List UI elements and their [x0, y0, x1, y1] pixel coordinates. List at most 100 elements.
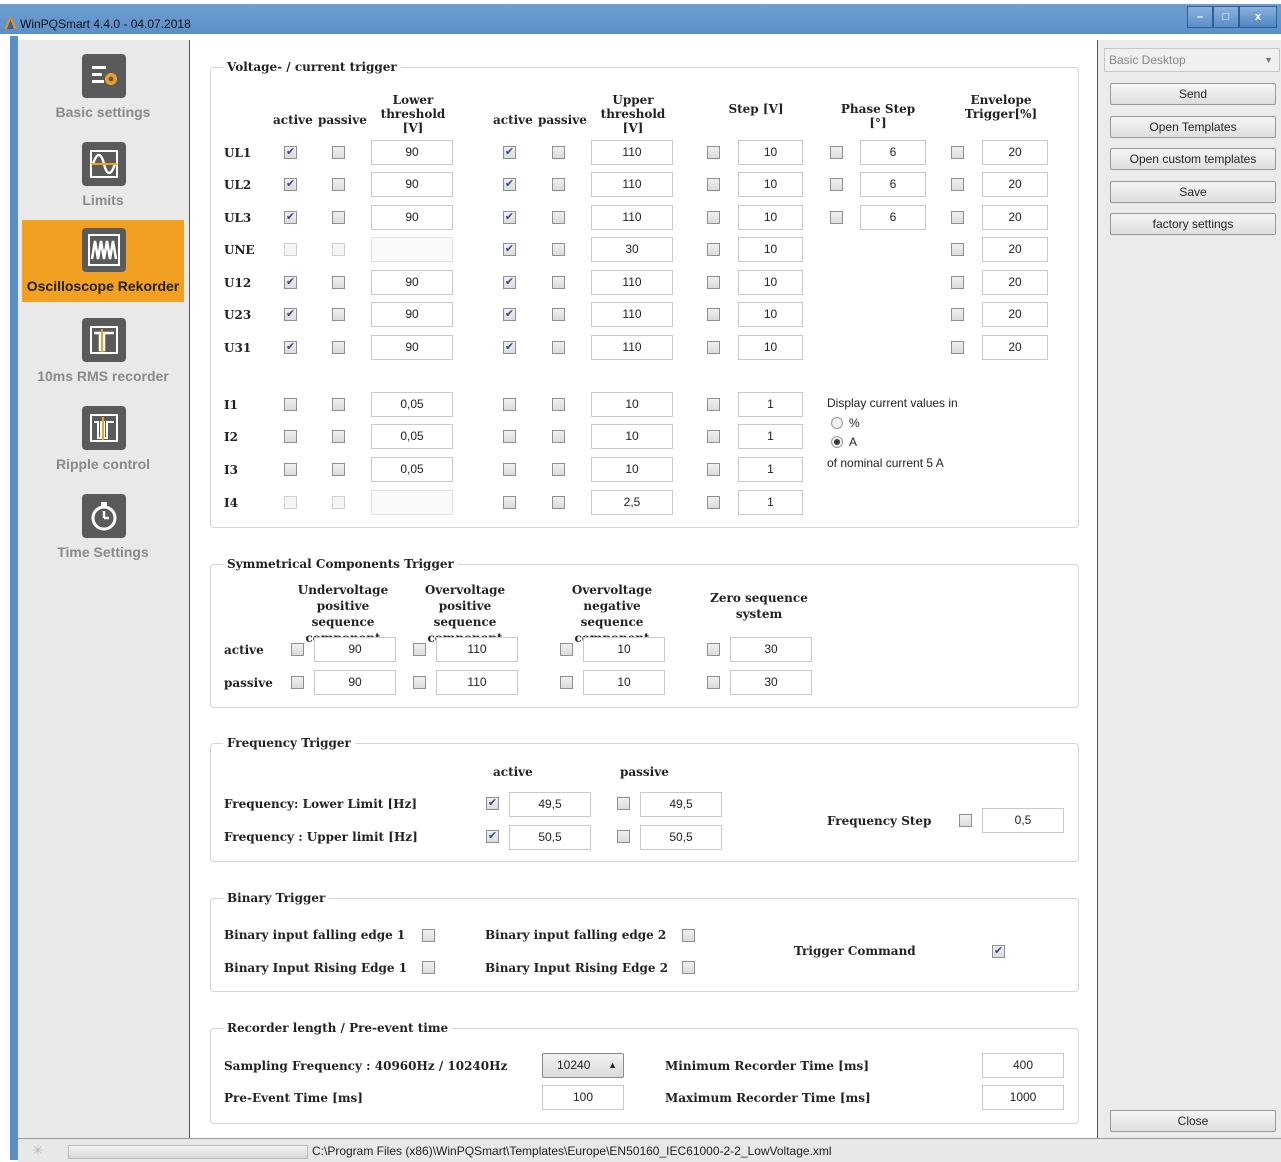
i1-lower-active-checkbox[interactable] [284, 398, 297, 411]
une-upper-active-checkbox[interactable]: ✔ [503, 243, 516, 256]
freq-lower-passive-checkbox[interactable] [617, 797, 630, 810]
ul1-phase-step-checkbox[interactable] [830, 146, 843, 159]
ul3-step-checkbox[interactable] [707, 211, 720, 224]
ul3-lower-active-checkbox[interactable]: ✔ [284, 211, 297, 224]
sym-passive-undervoltage-checkbox[interactable] [291, 676, 304, 689]
sym-active-zero-seq-checkbox[interactable] [707, 643, 720, 656]
binary-rising-edge-2-checkbox[interactable] [682, 961, 695, 974]
u31-envelope-input[interactable]: 20 [982, 335, 1048, 360]
i3-lower-active-checkbox[interactable] [284, 463, 297, 476]
u12-lower-active-checkbox[interactable]: ✔ [284, 276, 297, 289]
ul1-envelope-checkbox[interactable] [951, 146, 964, 159]
i2-upper-passive-checkbox[interactable] [552, 430, 565, 443]
freq-lower-active-input[interactable]: 49,5 [509, 792, 591, 817]
i4-upper-active-checkbox[interactable] [503, 496, 516, 509]
une-upper-threshold-input[interactable]: 30 [591, 237, 673, 262]
u12-step-input[interactable]: 10 [738, 270, 803, 295]
minimize-button[interactable]: – [1187, 6, 1213, 28]
une-upper-passive-checkbox[interactable] [552, 243, 565, 256]
u31-lower-threshold-input[interactable]: 90 [371, 335, 453, 360]
i1-upper-threshold-input[interactable]: 10 [591, 392, 673, 417]
i4-upper-passive-checkbox[interactable] [552, 496, 565, 509]
sym-passive-zero-seq-checkbox[interactable] [707, 676, 720, 689]
freq-lower-active-checkbox[interactable]: ✔ [486, 797, 499, 810]
sidebar-item-basic-settings[interactable]: Basic settings [22, 46, 184, 128]
ul1-lower-threshold-input[interactable]: 90 [371, 140, 453, 165]
u31-upper-active-checkbox[interactable]: ✔ [503, 341, 516, 354]
desktop-profile-select[interactable]: Basic Desktop ▼ [1104, 48, 1280, 72]
min-recorder-time-input[interactable]: 400 [982, 1053, 1064, 1078]
sidebar-item-oscilloscope-rekorder[interactable]: Oscilloscope Rekorder [22, 220, 184, 302]
ul2-lower-active-checkbox[interactable]: ✔ [284, 178, 297, 191]
u31-upper-threshold-input[interactable]: 110 [591, 335, 673, 360]
u31-step-input[interactable]: 10 [738, 335, 803, 360]
i4-step-input[interactable]: 1 [738, 490, 803, 515]
ul2-step-input[interactable]: 10 [738, 172, 803, 197]
u31-step-checkbox[interactable] [707, 341, 720, 354]
u31-upper-passive-checkbox[interactable] [552, 341, 565, 354]
i1-upper-passive-checkbox[interactable] [552, 398, 565, 411]
i3-upper-passive-checkbox[interactable] [552, 463, 565, 476]
i3-step-input[interactable]: 1 [738, 457, 803, 482]
maximize-button[interactable]: □ [1213, 6, 1239, 28]
open-custom-templates-button[interactable]: Open custom templates [1110, 148, 1276, 170]
ul2-step-checkbox[interactable] [707, 178, 720, 191]
ul1-lower-active-checkbox[interactable]: ✔ [284, 146, 297, 159]
sidebar-item-limits[interactable]: Limits [22, 134, 184, 216]
u12-upper-passive-checkbox[interactable] [552, 276, 565, 289]
freq-upper-passive-input[interactable]: 50,5 [640, 825, 722, 850]
sym-passive-overvoltage-neg-checkbox[interactable] [560, 676, 573, 689]
sym-active-undervoltage-checkbox[interactable] [291, 643, 304, 656]
ul3-envelope-checkbox[interactable] [951, 211, 964, 224]
ul3-lower-threshold-input[interactable]: 90 [371, 205, 453, 230]
sidebar-item-ripple-control[interactable]: Ripple control [22, 398, 184, 480]
u12-upper-active-checkbox[interactable]: ✔ [503, 276, 516, 289]
ul2-envelope-input[interactable]: 20 [982, 172, 1048, 197]
factory-settings-button[interactable]: factory settings [1110, 213, 1276, 235]
ul1-step-input[interactable]: 10 [738, 140, 803, 165]
i1-lower-passive-checkbox[interactable] [332, 398, 345, 411]
sym-passive-overvoltage-neg-input[interactable]: 10 [583, 670, 665, 695]
ul1-step-checkbox[interactable] [707, 146, 720, 159]
ul3-envelope-input[interactable]: 20 [982, 205, 1048, 230]
i3-step-checkbox[interactable] [707, 463, 720, 476]
u23-lower-passive-checkbox[interactable] [332, 308, 345, 321]
u23-envelope-checkbox[interactable] [951, 308, 964, 321]
i2-upper-active-checkbox[interactable] [503, 430, 516, 443]
pre-event-time-input[interactable]: 100 [542, 1085, 624, 1110]
freq-step-input[interactable]: 0,5 [982, 808, 1064, 833]
i2-lower-threshold-input[interactable]: 0,05 [371, 424, 453, 449]
u12-upper-threshold-input[interactable]: 110 [591, 270, 673, 295]
u12-lower-passive-checkbox[interactable] [332, 276, 345, 289]
sym-passive-overvoltage-pos-input[interactable]: 110 [436, 670, 518, 695]
ul3-upper-threshold-input[interactable]: 110 [591, 205, 673, 230]
u23-lower-threshold-input[interactable]: 90 [371, 302, 453, 327]
u23-lower-active-checkbox[interactable]: ✔ [284, 308, 297, 321]
max-recorder-time-input[interactable]: 1000 [982, 1085, 1064, 1110]
ul1-envelope-input[interactable]: 20 [982, 140, 1048, 165]
sym-active-overvoltage-neg-checkbox[interactable] [560, 643, 573, 656]
ul3-upper-active-checkbox[interactable]: ✔ [503, 211, 516, 224]
i3-upper-active-checkbox[interactable] [503, 463, 516, 476]
save-button[interactable]: Save [1110, 181, 1276, 203]
i1-lower-threshold-input[interactable]: 0,05 [371, 392, 453, 417]
u23-envelope-input[interactable]: 20 [982, 302, 1048, 327]
ul2-phase-step-checkbox[interactable] [830, 178, 843, 191]
ul2-lower-passive-checkbox[interactable] [332, 178, 345, 191]
percent-radio[interactable] [831, 417, 843, 429]
sym-active-overvoltage-pos-checkbox[interactable] [413, 643, 426, 656]
open-templates-button[interactable]: Open Templates [1110, 116, 1276, 138]
i3-upper-threshold-input[interactable]: 10 [591, 457, 673, 482]
i4-step-checkbox[interactable] [707, 496, 720, 509]
une-envelope-checkbox[interactable] [951, 243, 964, 256]
freq-step-checkbox[interactable] [959, 814, 972, 827]
u12-lower-threshold-input[interactable]: 90 [371, 270, 453, 295]
i2-step-input[interactable]: 1 [738, 424, 803, 449]
une-step-input[interactable]: 10 [738, 237, 803, 262]
freq-upper-passive-checkbox[interactable] [617, 830, 630, 843]
u12-envelope-input[interactable]: 20 [982, 270, 1048, 295]
i3-lower-passive-checkbox[interactable] [332, 463, 345, 476]
i2-upper-threshold-input[interactable]: 10 [591, 424, 673, 449]
i2-lower-passive-checkbox[interactable] [332, 430, 345, 443]
i3-lower-threshold-input[interactable]: 0,05 [371, 457, 453, 482]
